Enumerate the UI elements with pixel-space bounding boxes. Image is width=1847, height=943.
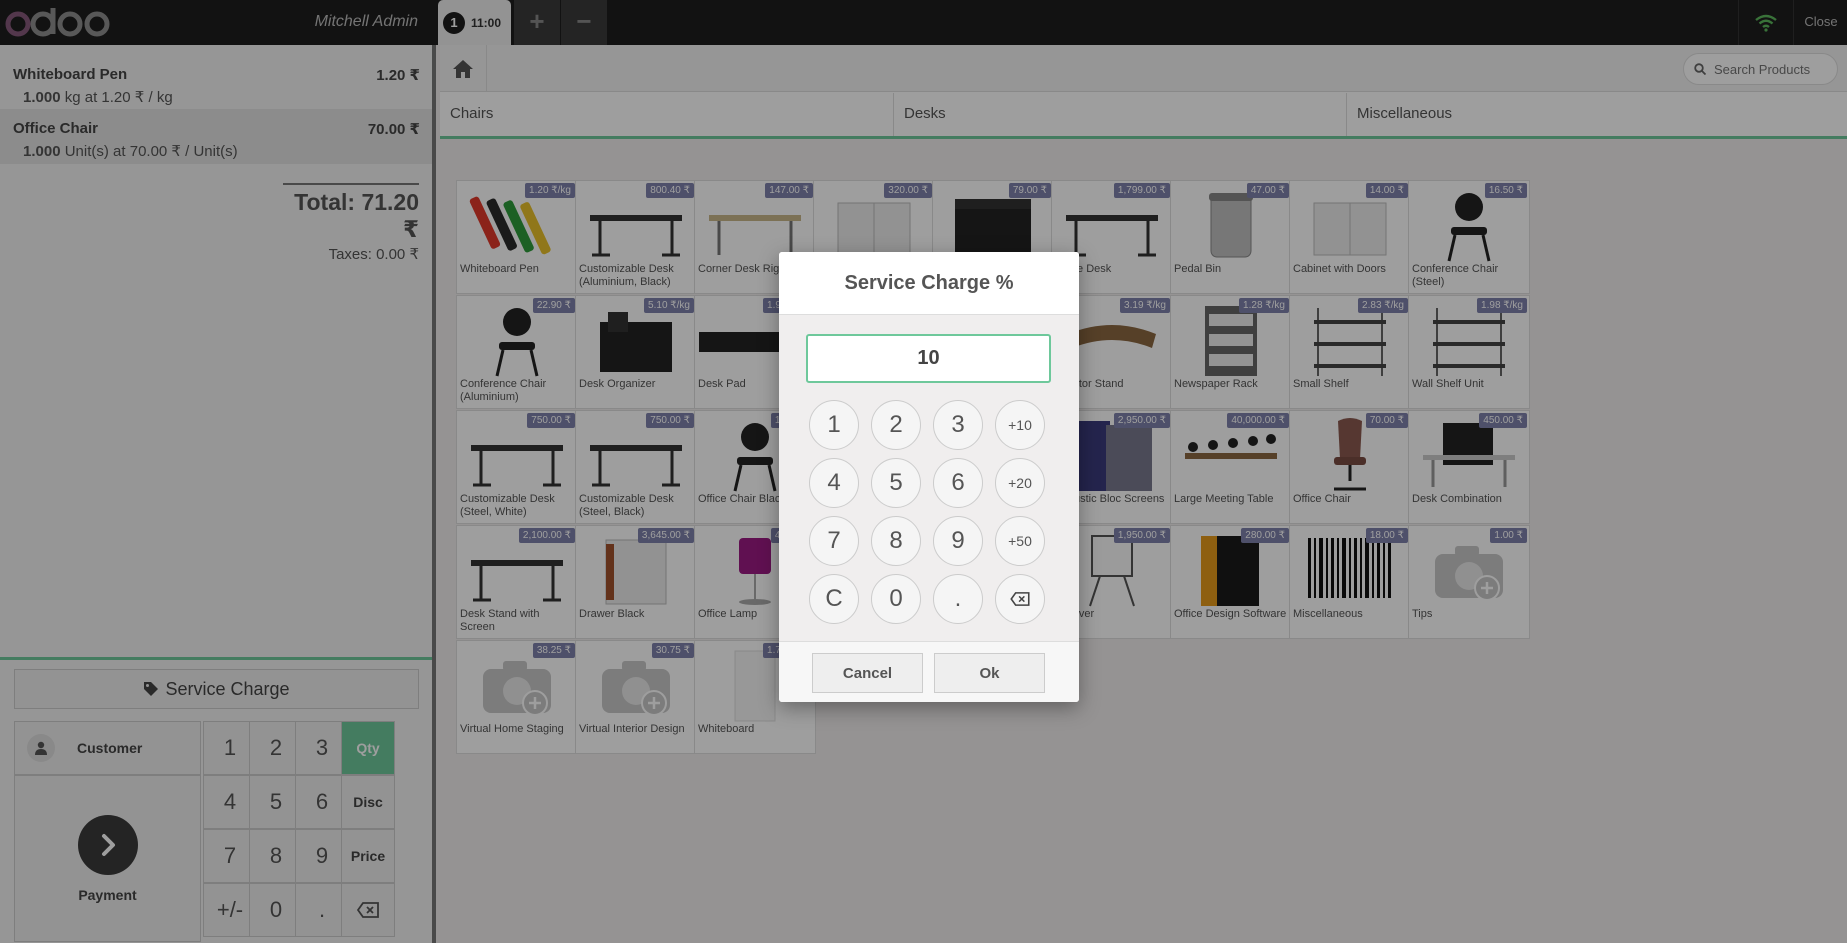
dialog-key-dot[interactable]: . xyxy=(933,574,983,624)
service-charge-dialog: Service Charge % 10 1 2 3 +10 4 5 6 +20 … xyxy=(779,252,1079,702)
backspace-icon xyxy=(1010,592,1030,606)
dialog-key-0[interactable]: 0 xyxy=(871,574,921,624)
dialog-footer: Cancel Ok xyxy=(779,641,1079,702)
dialog-backspace-button[interactable] xyxy=(995,574,1045,624)
dialog-key-2[interactable]: 2 xyxy=(871,400,921,450)
dialog-key-plus10[interactable]: +10 xyxy=(995,400,1045,450)
dialog-key-9[interactable]: 9 xyxy=(933,516,983,566)
dialog-key-8[interactable]: 8 xyxy=(871,516,921,566)
dialog-key-6[interactable]: 6 xyxy=(933,458,983,508)
dialog-title: Service Charge % xyxy=(779,252,1079,315)
cancel-button[interactable]: Cancel xyxy=(812,653,923,693)
dialog-key-plus50[interactable]: +50 xyxy=(995,516,1045,566)
dialog-key-4[interactable]: 4 xyxy=(809,458,859,508)
ok-button[interactable]: Ok xyxy=(934,653,1045,693)
dialog-key-7[interactable]: 7 xyxy=(809,516,859,566)
dialog-key-plus20[interactable]: +20 xyxy=(995,458,1045,508)
dialog-key-3[interactable]: 3 xyxy=(933,400,983,450)
service-charge-input[interactable]: 10 xyxy=(806,334,1051,383)
dialog-key-5[interactable]: 5 xyxy=(871,458,921,508)
dialog-key-1[interactable]: 1 xyxy=(809,400,859,450)
dialog-key-clear[interactable]: C xyxy=(809,574,859,624)
